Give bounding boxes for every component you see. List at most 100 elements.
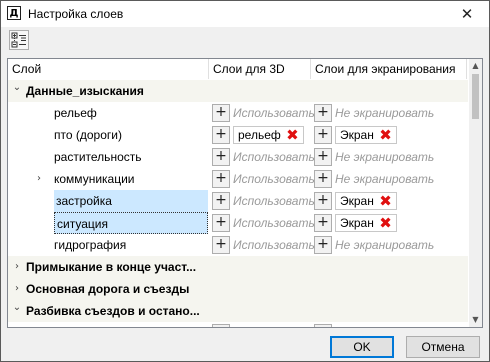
use-placeholder: Использовать — [233, 172, 315, 186]
layer-name[interactable]: Примыкание в конце участ... — [26, 256, 196, 278]
cancel-button[interactable]: Отмена — [406, 336, 480, 358]
remove-icon[interactable]: ✖ — [379, 216, 392, 231]
layer-row[interactable]: гидрография + Использовать + Не экранировать — [8, 234, 468, 256]
chip-label: Экран — [340, 216, 374, 230]
layer-group-row[interactable]: ⌄ Данные_изыскания — [8, 80, 468, 102]
layer-chip[interactable]: рельеф ✖ — [233, 126, 304, 144]
use-placeholder: Использовать — [233, 194, 315, 208]
ok-button[interactable]: OK — [330, 336, 394, 358]
layer-row[interactable]: растительность + Использовать + Не экраниров… — [8, 146, 468, 168]
add-screening-layer-button[interactable]: + — [314, 214, 332, 232]
scroll-up-icon[interactable]: ▲ — [469, 59, 482, 73]
cell-3d-layer: + Использовать — [212, 148, 315, 166]
add-3d-layer-button[interactable]: + — [212, 126, 230, 144]
add-3d-layer-button[interactable]: + — [212, 236, 230, 254]
expand-collapse-icon — [11, 32, 26, 48]
layer-name[interactable]: растительность — [54, 146, 142, 168]
no-screening-placeholder: Не экранировать — [335, 106, 435, 120]
layers-grid: Слой Слои для 3D Слои для экранирования … — [7, 58, 483, 328]
column-header-3d-layers[interactable]: Слои для 3D — [209, 59, 309, 79]
screen-chip[interactable]: Экран ✖ — [335, 214, 397, 232]
no-screening-placeholder: Не экранировать — [335, 238, 435, 252]
remove-icon[interactable]: ✖ — [379, 128, 392, 143]
layer-name[interactable]: коммуникации — [54, 168, 135, 190]
add-screening-layer-button[interactable]: + — [314, 126, 332, 144]
add-3d-layer-button[interactable]: + — [212, 170, 230, 188]
cell-screening-layer: + Не экранировать — [314, 170, 464, 188]
add-screening-layer-button[interactable]: + — [314, 148, 332, 166]
add-screening-layer-button[interactable]: + — [314, 104, 332, 122]
cell-3d-layer: + Использовать — [212, 192, 315, 210]
use-placeholder: Использовать — [233, 216, 315, 230]
cell-3d-layer: + рельеф ✖ — [212, 126, 310, 144]
cell-3d-layer: + Использовать — [212, 214, 315, 232]
scroll-down-icon[interactable]: ▼ — [469, 313, 482, 327]
add-screening-layer-button[interactable]: + — [314, 170, 332, 188]
column-separator[interactable] — [466, 59, 467, 79]
layer-name[interactable]: гидрография — [54, 234, 126, 256]
chip-label: рельеф — [238, 128, 281, 142]
layer-settings-dialog: Д Настройка слоев ✕ Слой Слои для 3D Сло… — [0, 0, 490, 362]
add-3d-layer-button[interactable]: + — [212, 104, 230, 122]
layer-row[interactable]: ситуация + Использовать + Экран ✖ — [8, 212, 468, 234]
expand-chevron-icon[interactable]: › — [33, 168, 45, 190]
cell-screening-layer: + Не экранировать — [314, 236, 464, 254]
close-button[interactable]: ✕ — [447, 1, 487, 27]
remove-icon[interactable]: ✖ — [286, 128, 299, 143]
layer-name[interactable]: пто (дороги) — [54, 124, 122, 146]
chip-label: Экран — [340, 194, 374, 208]
layer-name[interactable]: застройка — [54, 190, 208, 212]
layer-name[interactable]: рельеф — [54, 102, 97, 124]
cell-screening-layer: + — [314, 324, 464, 327]
expand-chevron-icon[interactable]: › — [11, 256, 23, 278]
window-title: Настройка слоев — [28, 7, 124, 21]
add-screening-layer-button[interactable]: + — [314, 236, 332, 254]
collapse-chevron-icon[interactable]: ⌄ — [11, 77, 23, 99]
layer-name[interactable]: Трассировочная ось — [50, 322, 163, 327]
cell-3d-layer: + Использовать — [212, 104, 315, 122]
expand-collapse-button[interactable] — [9, 30, 29, 50]
add-3d-layer-button[interactable]: + — [212, 324, 230, 327]
layer-name[interactable]: Разбивка съездов и остано... — [26, 300, 200, 322]
scrollbar-thumb[interactable] — [472, 74, 479, 119]
add-screening-layer-button[interactable]: + — [314, 192, 332, 210]
vertical-scrollbar[interactable]: ▲ ▼ — [469, 59, 482, 327]
layer-group-row[interactable]: ⌄ Разбивка съездов и остано... — [8, 300, 468, 322]
collapse-chevron-icon[interactable]: ⌄ — [11, 297, 23, 319]
use-placeholder: Использовать — [233, 238, 315, 252]
screen-chip[interactable]: Экран ✖ — [335, 192, 397, 210]
layer-name[interactable]: Данные_изыскания — [26, 80, 144, 102]
layer-row[interactable]: рельеф + Использовать + Не экранировать — [8, 102, 468, 124]
use-placeholder: Использовать — [233, 150, 315, 164]
title-bar: Д Настройка слоев ✕ — [1, 1, 489, 27]
use-placeholder: Использовать — [233, 106, 315, 120]
cell-screening-layer: + Экран ✖ — [314, 126, 464, 144]
add-screening-layer-button[interactable]: + — [314, 324, 332, 327]
layer-name[interactable]: Основная дорога и съезды — [26, 278, 189, 300]
remove-icon[interactable]: ✖ — [379, 194, 392, 209]
layer-row[interactable]: пто (дороги) + рельеф ✖ + Экран ✖ — [8, 124, 468, 146]
cell-3d-layer: + — [212, 324, 310, 327]
cell-3d-layer: + Использовать — [212, 236, 315, 254]
no-screening-placeholder: Не экранировать — [335, 150, 435, 164]
layer-row[interactable]: › коммуникации + Использовать + Не экранирова… — [8, 168, 468, 190]
layer-row[interactable]: ⌄ Трассировочная ось + + — [8, 319, 468, 327]
add-3d-layer-button[interactable]: + — [212, 148, 230, 166]
chip-label: Экран — [340, 128, 374, 142]
grid-header: Слой Слои для 3D Слои для экранирования — [8, 59, 468, 79]
layer-group-row[interactable]: › Основная дорога и съезды — [8, 278, 468, 300]
layer-row[interactable]: застройка + Использовать + Экран ✖ — [8, 190, 468, 212]
toolbar — [1, 27, 489, 57]
app-icon: Д — [7, 6, 21, 20]
collapse-chevron-icon[interactable]: ⌄ — [33, 319, 45, 327]
column-header-screening-layers[interactable]: Слои для экранирования — [311, 59, 465, 79]
add-3d-layer-button[interactable]: + — [212, 214, 230, 232]
layer-group-row[interactable]: › Примыкание в конце участ... — [8, 256, 468, 278]
column-header-layer[interactable]: Слой — [8, 59, 208, 79]
no-screening-placeholder: Не экранировать — [335, 172, 435, 186]
screen-chip[interactable]: Экран ✖ — [335, 126, 397, 144]
cell-screening-layer: + Экран ✖ — [314, 192, 464, 210]
add-3d-layer-button[interactable]: + — [212, 192, 230, 210]
layer-name[interactable]: ситуация — [54, 212, 208, 234]
cell-screening-layer: + Экран ✖ — [314, 214, 464, 232]
